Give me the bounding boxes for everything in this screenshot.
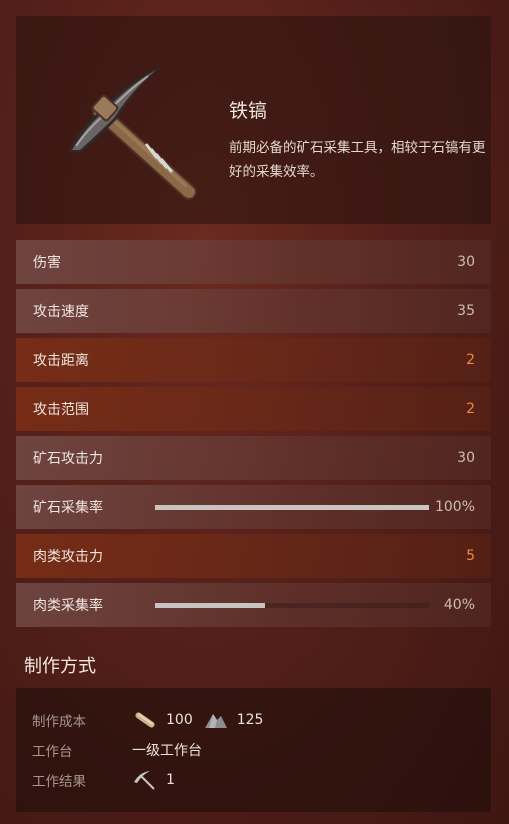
iron-pickaxe-icon <box>68 66 197 200</box>
stats-list: 伤害 30 攻击速度 35 攻击距离 2 攻击范围 2 矿石攻击力 30 矿石采… <box>16 240 491 632</box>
cost-stone: 125 <box>203 710 264 730</box>
stat-row-attack-area: 攻击范围 2 <box>16 387 491 431</box>
craft-result-amount: 1 <box>166 772 175 788</box>
stat-label: 伤害 <box>33 255 61 271</box>
stat-row-meat-attack: 肉类攻击力 5 <box>16 534 491 578</box>
stat-value: 30 <box>457 254 475 270</box>
item-name: 铁镐 <box>229 100 268 122</box>
stat-value: 100% <box>434 499 475 515</box>
meat-gather-rate-bar-fill <box>155 602 265 608</box>
stat-label: 矿石采集率 <box>33 500 103 516</box>
craft-cost-row: 制作成本 100 125 <box>32 708 273 732</box>
item-header-card: 铁镐 前期必备的矿石采集工具，相较于石镐有更好的采集效率。 <box>16 16 491 224</box>
stat-value: 40% <box>443 597 475 613</box>
item-detail-panel: 铁镐 前期必备的矿石采集工具，相较于石镐有更好的采集效率。 伤害 30 攻击速度… <box>0 0 509 824</box>
stone-icon <box>204 714 227 728</box>
item-description: 前期必备的矿石采集工具，相较于石镐有更好的采集效率。 <box>229 140 486 180</box>
craft-result-label: 工作结果 <box>32 774 86 790</box>
pickaxe-icon <box>134 771 155 790</box>
cost-wood-amount: 100 <box>166 712 193 728</box>
stat-row-ore-attack: 矿石攻击力 30 <box>16 436 491 480</box>
stat-value: 5 <box>466 548 475 564</box>
ore-gather-rate-bar <box>155 504 429 510</box>
craft-cost-label: 制作成本 <box>32 714 86 730</box>
stat-row-damage: 伤害 30 <box>16 240 491 284</box>
crafting-box: 制作成本 100 125 工作台 一级工作台 工作结果 1 <box>16 688 491 812</box>
stat-row-ore-gather-rate: 矿石采集率 100% <box>16 485 491 529</box>
cost-wood: 100 <box>132 710 193 730</box>
stat-label: 攻击范围 <box>33 402 89 418</box>
wood-log-icon <box>135 712 155 728</box>
stat-value: 2 <box>466 401 475 417</box>
stat-label: 矿石攻击力 <box>33 451 103 467</box>
meat-gather-rate-bar <box>155 602 429 608</box>
craft-result-row: 工作结果 1 <box>32 768 185 792</box>
stat-label: 攻击距离 <box>33 353 89 369</box>
stat-row-attack-range: 攻击距离 2 <box>16 338 491 382</box>
stat-row-meat-gather-rate: 肉类采集率 40% <box>16 583 491 627</box>
craft-workbench-value: 一级工作台 <box>132 743 202 759</box>
stat-value: 30 <box>457 450 475 466</box>
crafting-title: 制作方式 <box>24 656 96 677</box>
stat-label: 攻击速度 <box>33 304 89 320</box>
cost-stone-amount: 125 <box>236 712 264 728</box>
craft-workbench-row: 工作台 一级工作台 <box>32 738 202 762</box>
stat-value: 35 <box>457 303 475 319</box>
craft-workbench-label: 工作台 <box>32 744 73 760</box>
stat-row-attack-speed: 攻击速度 35 <box>16 289 491 333</box>
stat-label: 肉类攻击力 <box>33 549 103 565</box>
ore-gather-rate-bar-fill <box>155 504 429 510</box>
craft-result: 1 <box>132 770 175 790</box>
stat-value: 2 <box>466 352 475 368</box>
stat-label: 肉类采集率 <box>33 598 103 614</box>
